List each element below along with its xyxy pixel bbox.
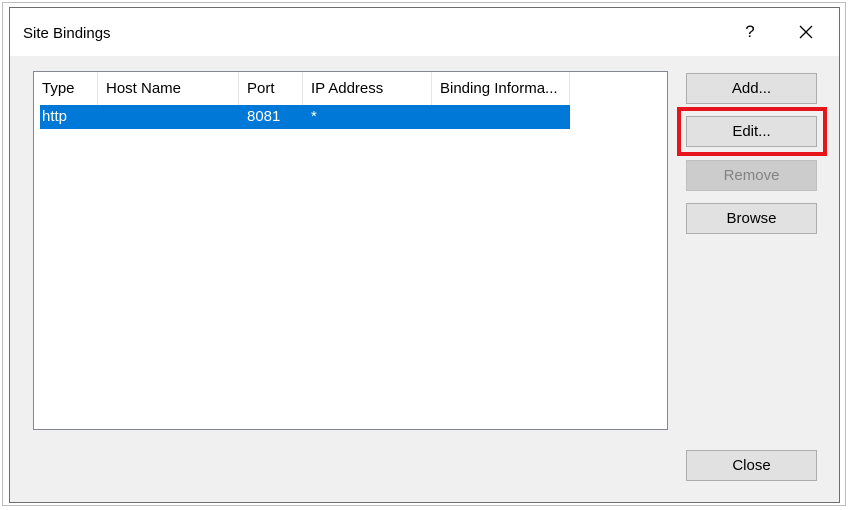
remove-button[interactable]: Remove	[686, 160, 817, 191]
close-button[interactable]: Close	[686, 450, 817, 481]
edit-button[interactable]: Edit...	[686, 116, 817, 147]
cell-ip-address: *	[311, 108, 317, 125]
list-header: Type Host Name Port IP Address Binding I…	[34, 72, 667, 105]
column-header-ip-address[interactable]: IP Address	[303, 72, 432, 105]
add-button[interactable]: Add...	[686, 73, 817, 104]
cell-type: http	[42, 108, 68, 125]
help-button[interactable]: ?	[727, 14, 773, 50]
column-header-binding-information[interactable]: Binding Informa...	[432, 72, 570, 105]
close-icon	[799, 25, 813, 39]
close-window-button[interactable]	[783, 14, 829, 50]
column-header-port[interactable]: Port	[239, 72, 303, 105]
browse-button[interactable]: Browse	[686, 203, 817, 234]
column-header-type[interactable]: Type	[34, 72, 98, 105]
column-header-host-name[interactable]: Host Name	[98, 72, 239, 105]
cell-port: 8081	[247, 108, 281, 125]
table-row[interactable]: http 8081 *	[40, 105, 570, 129]
site-bindings-dialog: Site Bindings ? Type Host Name Port IP A…	[9, 7, 840, 503]
dialog-title: Site Bindings	[23, 25, 111, 42]
title-bar: Site Bindings ?	[10, 8, 839, 56]
bindings-list[interactable]: Type Host Name Port IP Address Binding I…	[33, 71, 668, 430]
